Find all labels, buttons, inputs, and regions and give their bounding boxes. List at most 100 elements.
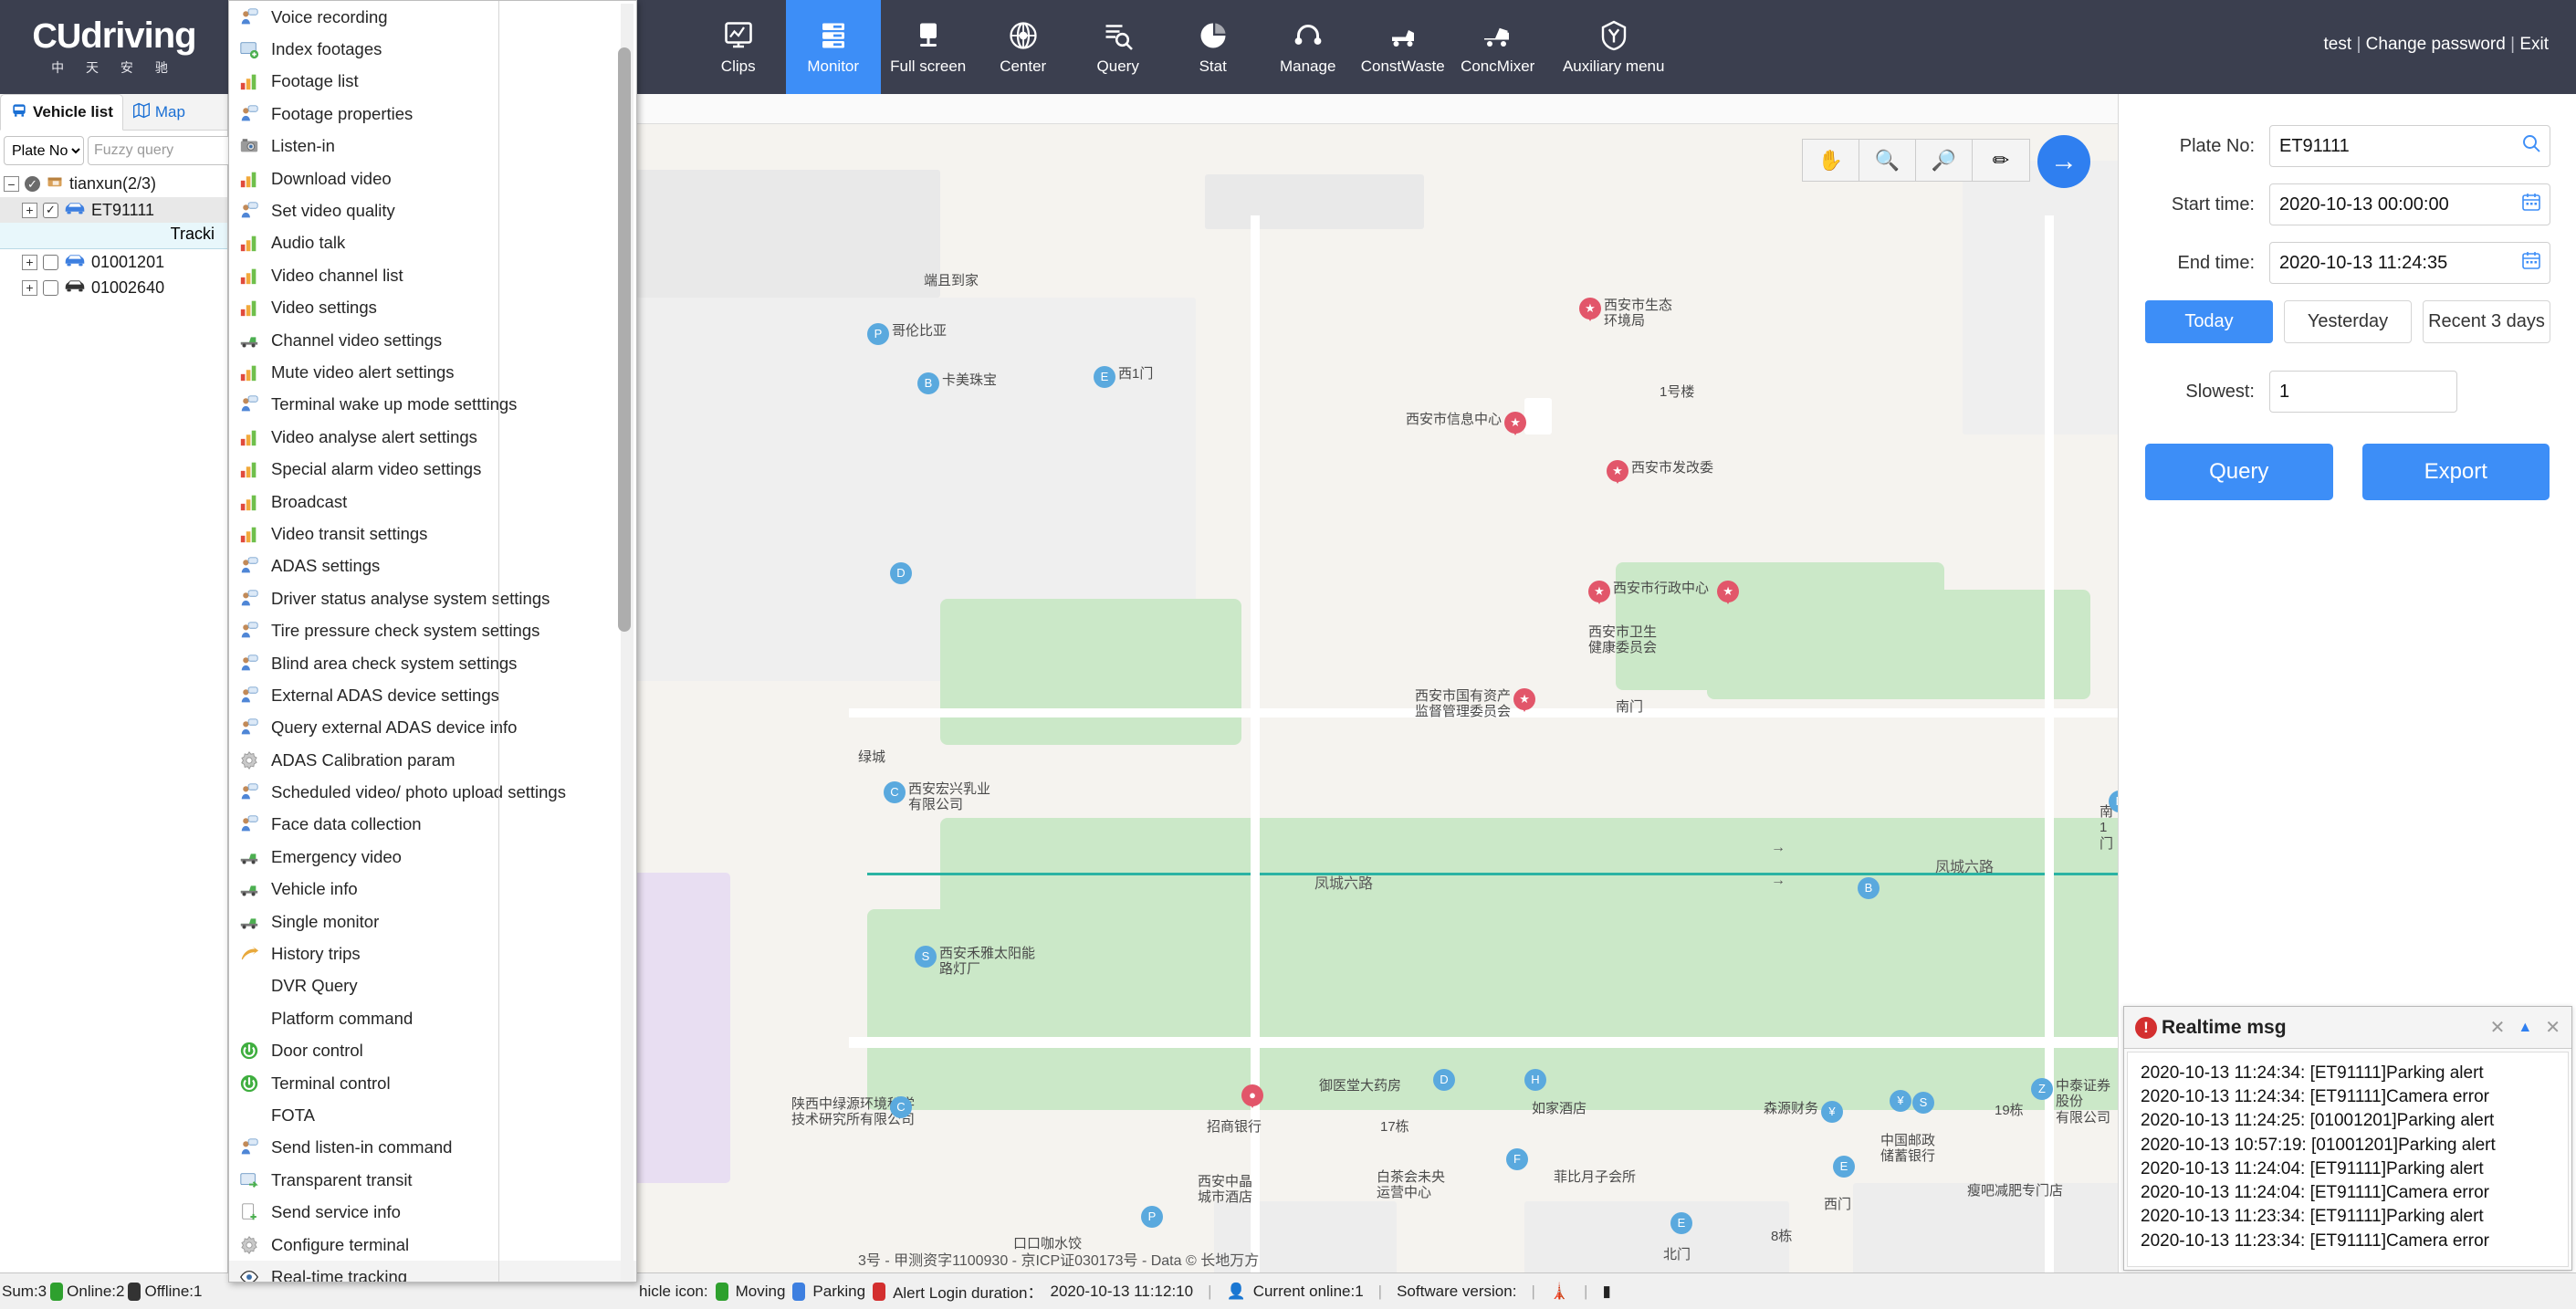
poi-pin[interactable]: ★ [1717, 581, 1740, 604]
tree-node-ET91111[interactable]: + ✓ ET91111 [0, 197, 227, 223]
tree-node-01002640[interactable]: + 01002640 [0, 275, 227, 300]
poi-pin[interactable]: P [867, 323, 889, 345]
scrollbar-thumb[interactable] [618, 47, 631, 632]
query-button[interactable]: Query [2145, 444, 2333, 500]
menu-item-adas-calibration-param[interactable]: ADAS Calibration param [229, 744, 636, 776]
poi-pin[interactable]: S [1912, 1092, 1934, 1114]
poi-pin[interactable]: S [915, 946, 937, 968]
tree-node-group[interactable]: − ✓ tianxun(2/3) [0, 171, 227, 197]
poi-pin[interactable]: F [1506, 1148, 1528, 1170]
expander-icon[interactable]: + [22, 254, 37, 270]
poi-pin[interactable]: Z [2031, 1078, 2053, 1100]
tree-node-01001201[interactable]: + 01001201 [0, 249, 227, 275]
poi-pin[interactable]: ★ [1607, 460, 1628, 484]
start-time-input[interactable]: 2020-10-13 00:00:00 [2269, 183, 2550, 225]
nav-item-auxiliary-menu[interactable]: Auxiliary menu [1545, 0, 1682, 94]
menu-item-driver-status-analyse-system-settings[interactable]: Driver status analyse system settings [229, 582, 636, 614]
expander-icon[interactable]: + [22, 202, 37, 218]
menu-item-send-listen-in-command[interactable]: Send listen-in command [229, 1132, 636, 1164]
checkbox-vehicle[interactable]: ✓ [43, 202, 58, 218]
menu-item-configure-terminal[interactable]: Configure terminal [229, 1229, 636, 1261]
collapse-icon[interactable]: ▲ [2518, 1020, 2532, 1036]
menu-item-query-external-adas-device-info[interactable]: Query external ADAS device info [229, 712, 636, 744]
poi-pin[interactable]: ★ [1504, 412, 1527, 435]
nav-item-full-screen[interactable]: Full screen [881, 0, 976, 94]
menu-item-channel-video-settings[interactable]: Channel video settings [229, 324, 636, 356]
calendar-icon[interactable] [2520, 191, 2542, 218]
checkbox-vehicle[interactable] [43, 254, 58, 270]
zoom-out-icon[interactable]: 🔍 [1859, 140, 1916, 181]
poi-pin[interactable]: E [1833, 1156, 1855, 1178]
menu-item-download-video[interactable]: Download video [229, 162, 636, 194]
poi-pin[interactable]: C [890, 1096, 912, 1118]
nav-item-clips[interactable]: Clips [691, 0, 786, 94]
tab-map[interactable]: Map [123, 94, 194, 131]
menu-item-audio-talk[interactable]: Audio talk [229, 227, 636, 259]
menu-item-video-analyse-alert-settings[interactable]: Video analyse alert settings [229, 421, 636, 453]
menu-item-history-trips[interactable]: History trips [229, 937, 636, 969]
menu-item-set-video-quality[interactable]: Set video quality [229, 194, 636, 226]
hand-pan-icon[interactable]: ✋ [1803, 140, 1859, 181]
menu-item-footage-properties[interactable]: Footage properties [229, 98, 636, 130]
menu-item-emergency-video[interactable]: Emergency video [229, 841, 636, 873]
poi-pin[interactable]: ★ [1513, 688, 1536, 712]
menu-item-real-time-tracking[interactable]: Real-time tracking [229, 1261, 636, 1282]
menu-item-platform-command[interactable]: Platform command [229, 1002, 636, 1034]
plate-input[interactable]: ET91111 [2269, 125, 2550, 167]
nav-item-constwaste[interactable]: ConstWaste [1356, 0, 1450, 94]
search-icon[interactable] [2520, 132, 2542, 160]
calendar-icon[interactable] [2520, 249, 2542, 277]
menu-item-video-transit-settings[interactable]: Video transit settings [229, 518, 636, 550]
expander-icon[interactable]: + [22, 279, 37, 296]
poi-pin[interactable]: ★ [1579, 298, 1601, 321]
zoom-in-icon[interactable]: 🔎 [1916, 140, 1973, 181]
close-icon[interactable]: ✕ [2545, 1016, 2560, 1039]
change-password-link[interactable]: Change password [2366, 35, 2506, 54]
nav-item-concmixer[interactable]: ConcMixer [1450, 0, 1545, 94]
slowest-input[interactable]: 1 [2269, 371, 2457, 413]
poi-pin[interactable]: E [2109, 791, 2118, 812]
ruler-pencil-icon[interactable]: ✏ [1973, 140, 2029, 181]
poi-pin[interactable]: ● [1241, 1084, 1263, 1108]
poi-pin[interactable]: E [1094, 366, 1115, 388]
poi-pin[interactable]: E [1670, 1212, 1692, 1234]
menu-item-transparent-transit[interactable]: Transparent transit [229, 1164, 636, 1196]
range-recent3days-button[interactable]: Recent 3 days [2423, 300, 2550, 343]
menu-item-video-channel-list[interactable]: Video channel list [229, 259, 636, 291]
poi-pin[interactable]: H [1524, 1069, 1546, 1091]
poi-pin[interactable]: C [884, 781, 906, 803]
menu-item-face-data-collection[interactable]: Face data collection [229, 809, 636, 841]
menu-item-adas-settings[interactable]: ADAS settings [229, 550, 636, 582]
menu-item-terminal-control[interactable]: Terminal control [229, 1067, 636, 1099]
menu-item-listen-in[interactable]: Listen-in [229, 131, 636, 162]
exit-link[interactable]: Exit [2519, 35, 2549, 54]
poi-pin[interactable]: ¥ [1890, 1090, 1911, 1112]
menu-item-tire-pressure-check-system-settings[interactable]: Tire pressure check system settings [229, 614, 636, 646]
expander-icon[interactable]: − [4, 176, 19, 192]
menu-item-voice-recording[interactable]: Voice recording [229, 1, 636, 33]
menu-item-broadcast[interactable]: Broadcast [229, 486, 636, 518]
menu-item-dvr-query[interactable]: DVR Query [229, 970, 636, 1002]
poi-pin[interactable]: D [890, 562, 912, 584]
menu-item-blind-area-check-system-settings[interactable]: Blind area check system settings [229, 647, 636, 679]
tab-vehicle-list[interactable]: Vehicle list [0, 94, 123, 131]
checkbox-vehicle[interactable] [43, 279, 58, 296]
menu-item-fota[interactable]: FOTA [229, 1099, 636, 1131]
menu-item-single-monitor[interactable]: Single monitor [229, 906, 636, 937]
poi-pin[interactable]: P [1141, 1206, 1163, 1228]
clear-icon[interactable]: ✕ [2490, 1016, 2506, 1039]
poi-pin[interactable]: D [1433, 1069, 1455, 1091]
poi-pin[interactable]: ¥ [1821, 1101, 1844, 1123]
menu-scrollbar[interactable] [618, 4, 634, 1281]
menu-item-external-adas-device-settings[interactable]: External ADAS device settings [229, 679, 636, 711]
menu-item-door-control[interactable]: Door control [229, 1035, 636, 1067]
menu-item-mute-video-alert-settings[interactable]: Mute video alert settings [229, 356, 636, 388]
arrow-right-icon[interactable]: → [2037, 135, 2090, 188]
export-button[interactable]: Export [2361, 444, 2550, 500]
nav-item-monitor[interactable]: Monitor [785, 0, 881, 94]
nav-item-query[interactable]: Query [1071, 0, 1166, 94]
range-yesterday-button[interactable]: Yesterday [2284, 300, 2412, 343]
menu-item-video-settings[interactable]: Video settings [229, 292, 636, 324]
menu-item-vehicle-info[interactable]: Vehicle info [229, 874, 636, 906]
menu-item-terminal-wake-up-mode-setttings[interactable]: Terminal wake up mode setttings [229, 389, 636, 421]
